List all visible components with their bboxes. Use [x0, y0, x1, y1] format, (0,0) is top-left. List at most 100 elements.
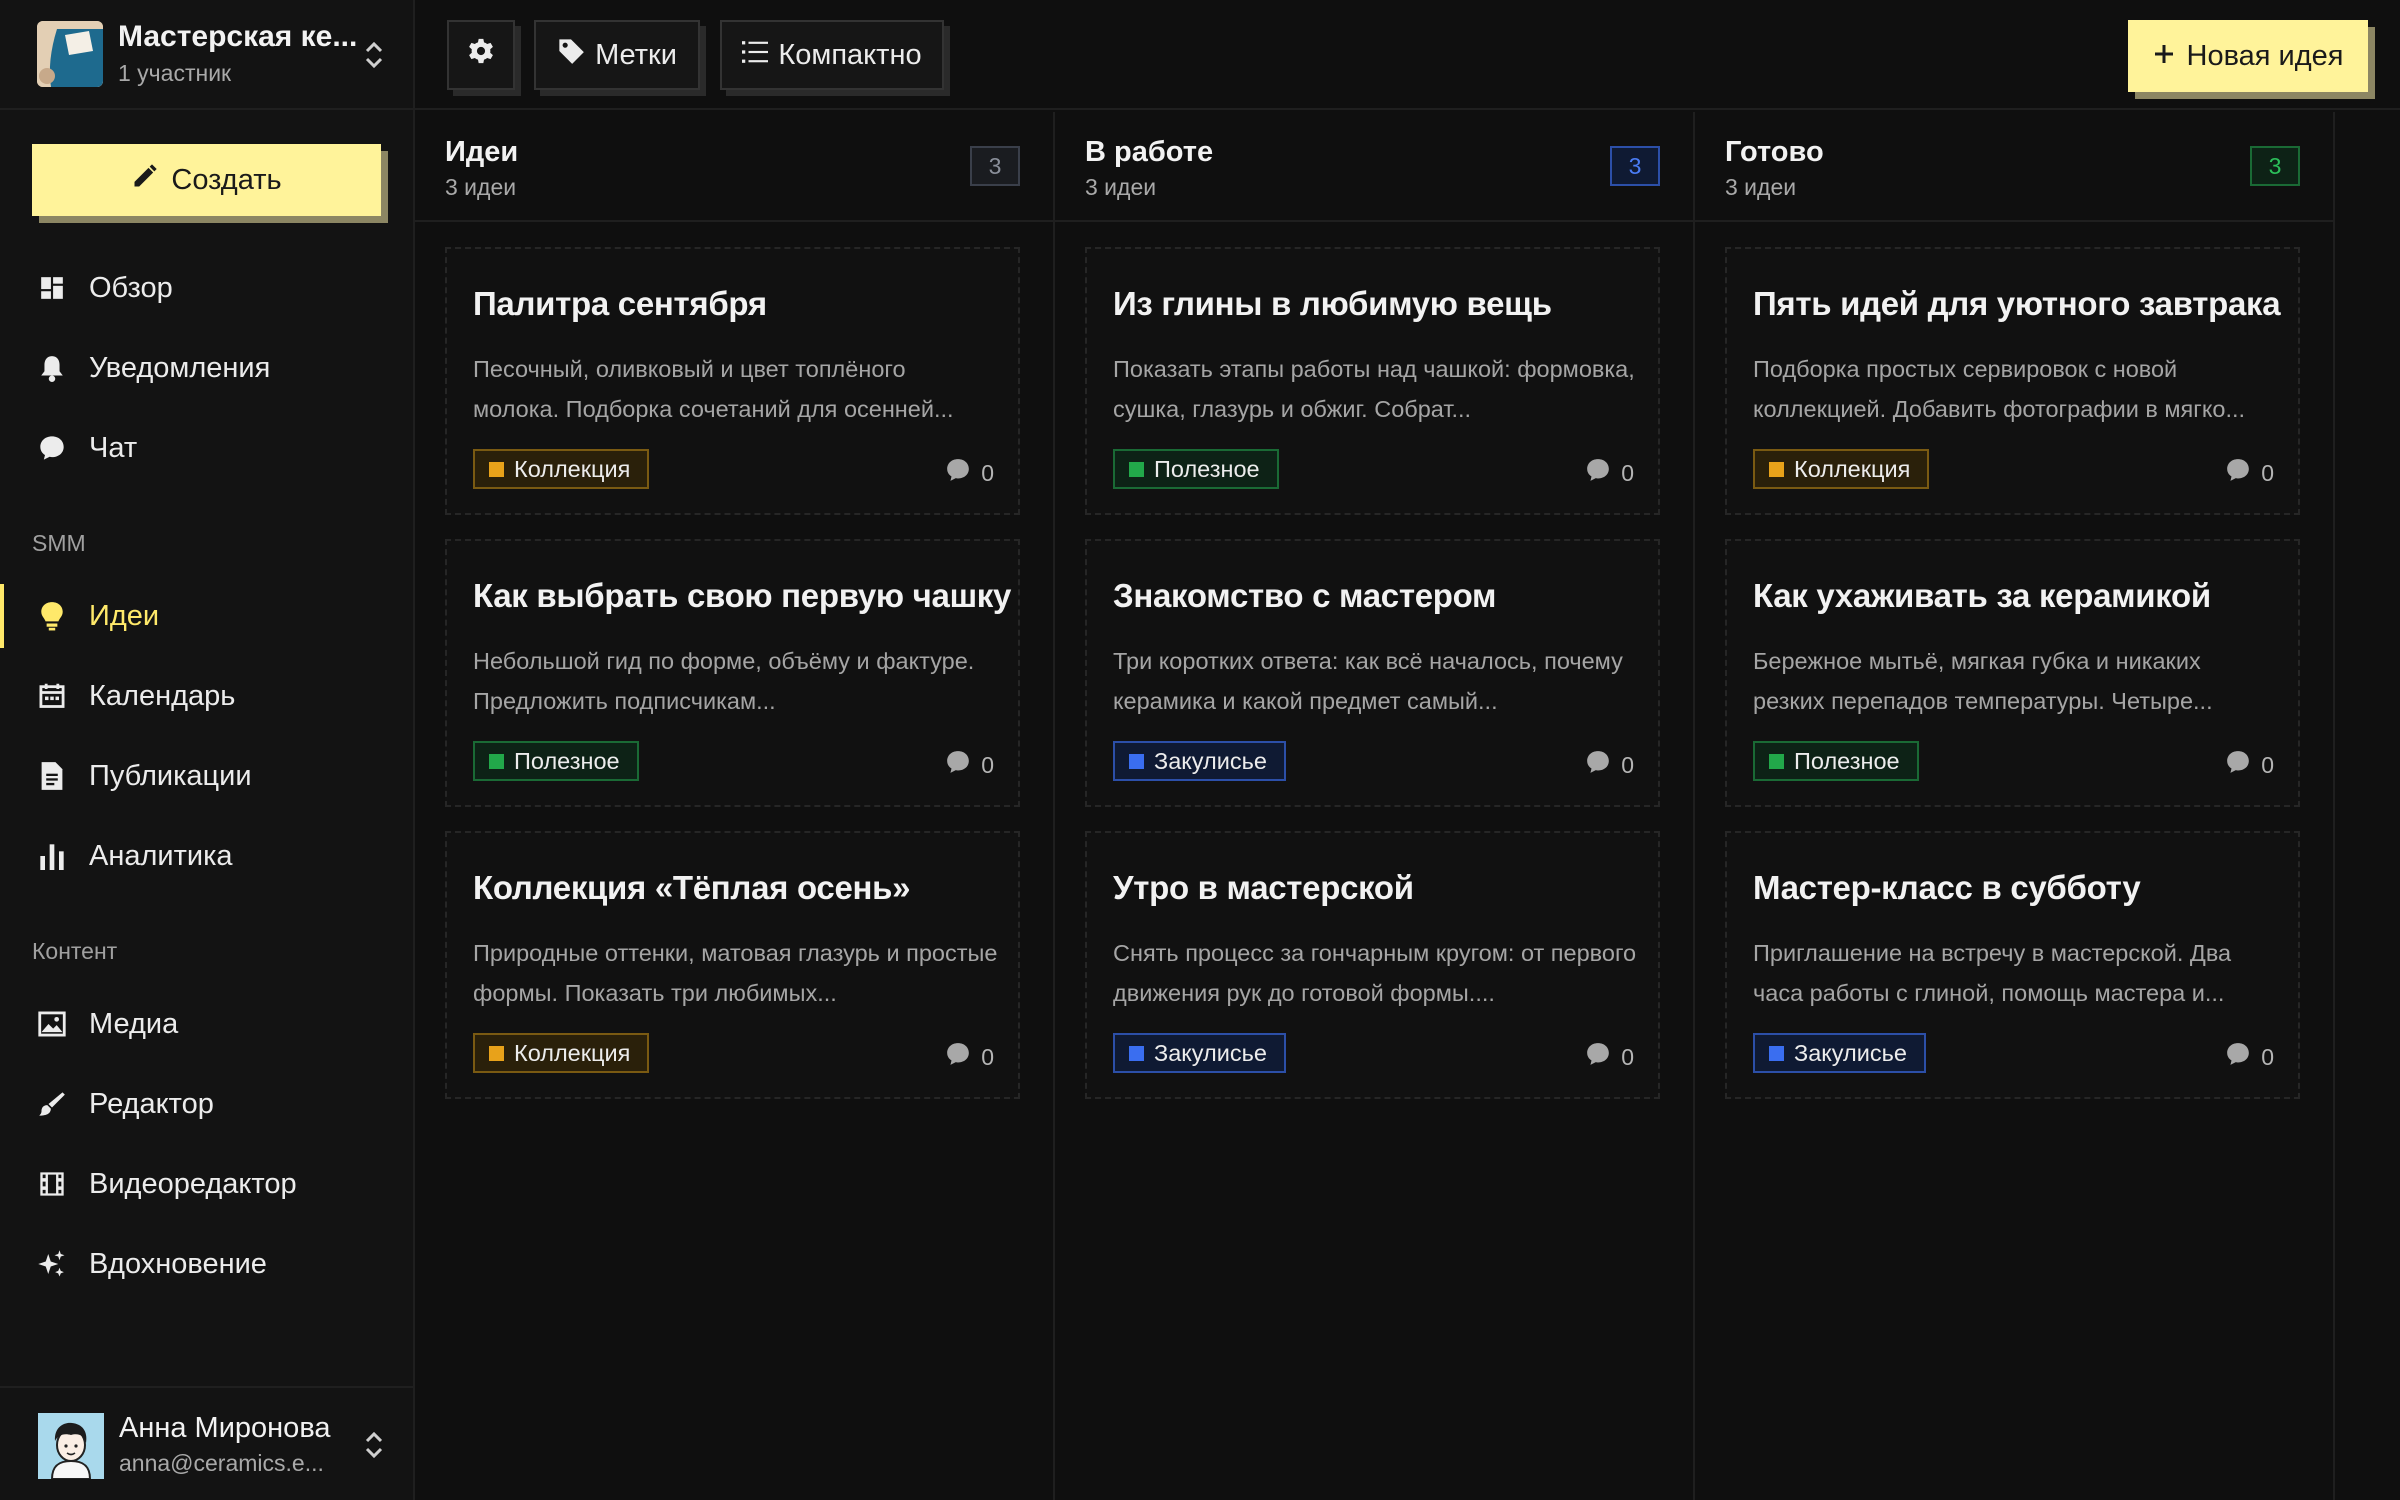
tag-color-swatch — [1769, 461, 1784, 477]
tag-color-swatch — [489, 1045, 504, 1061]
tags-button[interactable]: Метки — [534, 20, 700, 90]
column-count-badge: 3 — [970, 146, 1020, 186]
comment-icon — [945, 749, 971, 781]
sidebar-item-label: Аналитика — [89, 839, 233, 872]
new-idea-button[interactable]: Новая идея — [2128, 20, 2368, 92]
comment-count-value: 0 — [2261, 751, 2274, 778]
comment-icon — [945, 1041, 971, 1073]
column-header: В работе 3 идеи 3 — [1055, 112, 1693, 222]
tag-label: Полезное — [1154, 455, 1260, 482]
card-title: Мастер-класс в субботу — [1753, 869, 2141, 906]
new-idea-label: Новая идея — [2186, 39, 2344, 72]
comment-count: 0 — [1585, 749, 1634, 781]
comment-icon — [2225, 457, 2251, 489]
sidebar-item-chat[interactable]: Чат — [0, 416, 413, 480]
comment-count-value: 0 — [1621, 751, 1634, 778]
sidebar-item-label: Видеоредактор — [89, 1167, 297, 1200]
card-title: Утро в мастерской — [1113, 869, 1414, 906]
sidebar-item-label: Вдохновение — [89, 1247, 267, 1280]
idea-card[interactable]: Как выбрать свою первую чашку Небольшой … — [445, 539, 1020, 807]
card-description: Три коротких ответа: как всё началось, п… — [1113, 648, 1623, 714]
comment-count-value: 0 — [1621, 1043, 1634, 1070]
tag-label: Закулисье — [1794, 1039, 1907, 1066]
comment-count-value: 0 — [981, 1043, 994, 1070]
compact-view-button[interactable]: Компактно — [720, 20, 944, 90]
idea-card[interactable]: Коллекция «Тёплая осень» Природные оттен… — [445, 831, 1020, 1099]
card-title: Из глины в любимую вещь — [1113, 285, 1552, 322]
sidebar-item-label: Календарь — [89, 679, 236, 712]
comment-icon — [1585, 457, 1611, 489]
sidebar-item-label: Чат — [89, 431, 138, 464]
sidebar-item-video-editor[interactable]: Видеоредактор — [0, 1152, 413, 1216]
film-icon — [37, 1169, 67, 1199]
tag-badge: Закулисье — [1113, 1033, 1286, 1073]
comment-count: 0 — [2225, 1041, 2274, 1073]
plus-icon — [2153, 40, 2175, 73]
tag-label: Закулисье — [1154, 1039, 1267, 1066]
tag-badge: Коллекция — [473, 449, 650, 489]
chevron-updown-icon[interactable] — [362, 39, 386, 71]
pencil-icon — [131, 162, 159, 198]
card-description: Показать этапы работы над чашкой: формов… — [1113, 356, 1635, 422]
comment-count: 0 — [2225, 457, 2274, 489]
idea-card[interactable]: Из глины в любимую вещь Показать этапы р… — [1085, 247, 1660, 515]
card-description: Природные оттенки, матовая глазурь и про… — [473, 940, 998, 1006]
sidebar-item-editor[interactable]: Редактор — [0, 1072, 413, 1136]
column-header: Готово 3 идеи 3 — [1695, 112, 2333, 222]
comment-icon — [2225, 749, 2251, 781]
tag-color-swatch — [1129, 753, 1144, 769]
chevron-updown-icon[interactable] — [362, 1429, 386, 1461]
idea-card[interactable]: Знакомство с мастером Три коротких ответ… — [1085, 539, 1660, 807]
sidebar-item-media[interactable]: Медиа — [0, 992, 413, 1056]
comment-count-value: 0 — [2261, 459, 2274, 486]
create-button-label: Создать — [171, 163, 282, 196]
tag-icon — [557, 37, 585, 73]
workspace-switcher[interactable]: Мастерская ке... 1 участник — [0, 0, 413, 110]
tag-label: Коллекция — [1794, 455, 1911, 482]
idea-card[interactable]: Пять идей для уютного завтрака Подборка … — [1725, 247, 2300, 515]
tag-color-swatch — [489, 753, 504, 769]
sidebar-item-calendar[interactable]: Календарь — [0, 664, 413, 728]
sidebar-item-label: Публикации — [89, 759, 252, 792]
comment-icon — [1585, 1041, 1611, 1073]
sidebar-item-overview[interactable]: Обзор — [0, 256, 413, 320]
image-icon — [37, 1009, 67, 1039]
workspace-name: Мастерская ке... — [118, 20, 358, 53]
document-icon — [37, 761, 67, 791]
user-menu[interactable]: Анна Миронова anna@ceramics.e... — [0, 1386, 413, 1500]
section-label-smm: SMM — [32, 530, 86, 556]
board-toolbar: Метки Компактно Новая идея — [415, 0, 2400, 110]
idea-card[interactable]: Утро в мастерской Снять процесс за гонча… — [1085, 831, 1660, 1099]
card-description: Небольшой гид по форме, объёму и фактуре… — [473, 648, 975, 714]
workspace-members: 1 участник — [118, 60, 232, 86]
card-title: Коллекция «Тёплая осень» — [473, 869, 911, 906]
sidebar-item-ideas[interactable]: Идеи — [0, 584, 413, 648]
idea-card[interactable]: Мастер-класс в субботу Приглашение на вс… — [1725, 831, 2300, 1099]
tag-badge: Полезное — [473, 741, 639, 781]
idea-card[interactable]: Как ухаживать за керамикой Бережное мыть… — [1725, 539, 2300, 807]
tag-badge: Закулисье — [1113, 741, 1286, 781]
list-icon — [742, 39, 769, 72]
compact-view-label: Компактно — [778, 38, 922, 71]
column-count-badge: 3 — [2250, 146, 2300, 186]
avatar — [38, 1413, 104, 1479]
sidebar-item-publications[interactable]: Публикации — [0, 744, 413, 808]
sidebar-item-analytics[interactable]: Аналитика — [0, 824, 413, 888]
sidebar-item-inspiration[interactable]: Вдохновение — [0, 1232, 413, 1296]
card-title: Знакомство с мастером — [1113, 577, 1497, 614]
idea-card[interactable]: Палитра сентября Песочный, оливковый и ц… — [445, 247, 1020, 515]
tag-color-swatch — [1769, 1045, 1784, 1061]
gear-icon — [467, 37, 495, 73]
comment-count: 0 — [1585, 457, 1634, 489]
create-button[interactable]: Создать — [32, 144, 381, 216]
comment-count-value: 0 — [981, 459, 994, 486]
tag-label: Полезное — [1794, 747, 1900, 774]
section-label-content: Контент — [32, 938, 118, 964]
tag-label: Коллекция — [514, 455, 631, 482]
settings-button[interactable] — [447, 20, 515, 90]
workspace-logo — [37, 21, 103, 87]
tag-badge: Полезное — [1113, 449, 1279, 489]
sidebar-item-notifications[interactable]: Уведомления — [0, 336, 413, 400]
column-title: Готово — [1725, 136, 1824, 168]
lightbulb-icon — [37, 601, 67, 631]
